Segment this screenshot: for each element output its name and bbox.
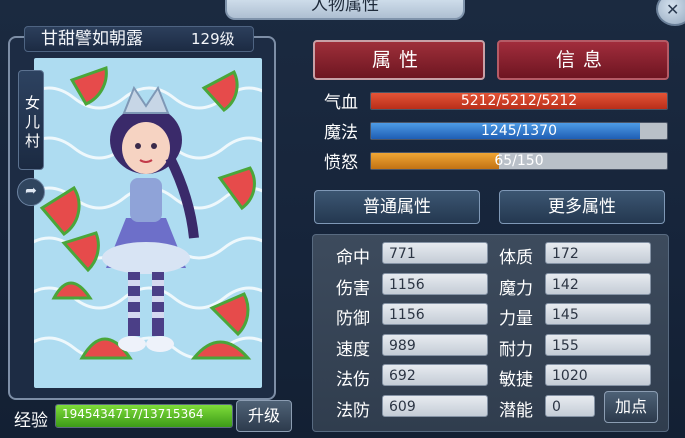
attribute-value: 692 bbox=[382, 364, 488, 386]
hp-value: 5212/5212/5212 bbox=[460, 93, 578, 109]
character-figure bbox=[102, 85, 199, 352]
attribute-value: 172 bbox=[545, 242, 651, 264]
attribute-label: 体质 bbox=[499, 248, 533, 268]
attribute-label: 防御 bbox=[336, 309, 370, 329]
character-portrait bbox=[34, 58, 262, 388]
character-name-banner: 甘甜譬如朝露 129级 bbox=[24, 26, 254, 52]
attribute-label: 潜能 bbox=[499, 401, 533, 421]
portrait-art bbox=[34, 65, 262, 360]
attribute-label: 法伤 bbox=[336, 370, 370, 390]
attribute-value: 609 bbox=[382, 395, 488, 417]
rage-bar: 65/150 bbox=[370, 152, 668, 170]
attribute-value: 1156 bbox=[382, 273, 488, 295]
rage-label: 愤怒 bbox=[324, 153, 358, 173]
subtab-more-attributes[interactable]: 更多属性 bbox=[499, 190, 665, 224]
attribute-label: 耐力 bbox=[499, 340, 533, 360]
close-button[interactable]: ✕ bbox=[656, 0, 685, 26]
attribute-value: 155 bbox=[545, 334, 651, 356]
tab-info[interactable]: 信息 bbox=[497, 40, 669, 80]
village-tab[interactable]: 女儿村 bbox=[18, 70, 44, 170]
exp-bar: 1945434717/13715364 bbox=[55, 404, 233, 428]
attribute-label: 力量 bbox=[499, 309, 533, 329]
attribute-value: 771 bbox=[382, 242, 488, 264]
character-name: 甘甜譬如朝露 bbox=[41, 29, 143, 49]
exp-value: 1945434717/13715364 bbox=[62, 407, 204, 421]
share-icon: ➦ bbox=[25, 183, 37, 199]
attribute-label: 魔力 bbox=[499, 279, 533, 299]
window-title: 人物属性 bbox=[225, 0, 465, 20]
subtab-basic-attributes[interactable]: 普通属性 bbox=[314, 190, 480, 224]
attribute-label: 速度 bbox=[336, 340, 370, 360]
close-icon: ✕ bbox=[666, 0, 680, 19]
attribute-value: 0 bbox=[545, 395, 595, 417]
attribute-label: 敏捷 bbox=[499, 370, 533, 390]
attribute-value: 1156 bbox=[382, 303, 488, 325]
exp-label: 经验 bbox=[14, 411, 48, 431]
upgrade-button[interactable]: 升级 bbox=[236, 400, 292, 432]
attribute-label: 伤害 bbox=[336, 279, 370, 299]
attribute-value: 142 bbox=[545, 273, 651, 295]
tab-attributes[interactable]: 属性 bbox=[313, 40, 485, 80]
attribute-value: 989 bbox=[382, 334, 488, 356]
share-button[interactable]: ➦ bbox=[17, 178, 45, 206]
character-level: 129级 bbox=[191, 30, 235, 48]
attribute-label: 命中 bbox=[336, 248, 370, 268]
mp-value: 1245/1370 bbox=[481, 123, 557, 139]
attribute-label: 法防 bbox=[336, 401, 370, 421]
hp-label: 气血 bbox=[324, 93, 358, 113]
mp-bar: 1245/1370 bbox=[370, 122, 668, 140]
hp-bar: 5212/5212/5212 bbox=[370, 92, 668, 110]
attribute-value: 145 bbox=[545, 303, 651, 325]
rage-value: 65/150 bbox=[494, 153, 544, 169]
mp-label: 魔法 bbox=[324, 123, 358, 143]
attribute-value: 1020 bbox=[545, 364, 651, 386]
add-point-button[interactable]: 加点 bbox=[604, 391, 658, 423]
